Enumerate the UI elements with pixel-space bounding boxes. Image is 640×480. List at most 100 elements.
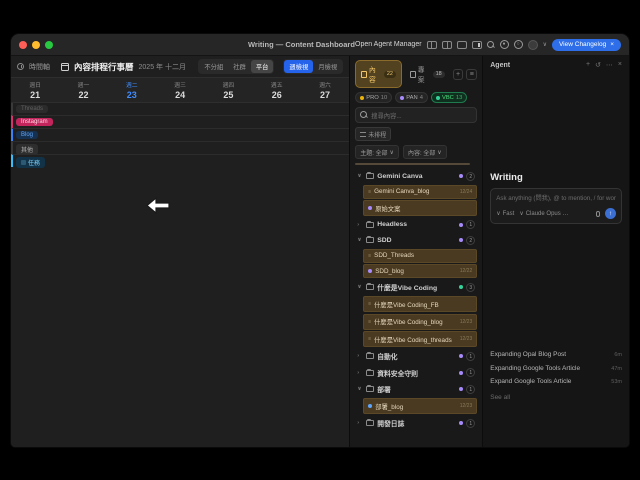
- zoom-window-button[interactable]: [45, 41, 53, 49]
- series-dot: [360, 96, 364, 100]
- unscheduled-filter-chip[interactable]: 未排程: [355, 127, 391, 141]
- grouping-option[interactable]: 平台: [251, 60, 274, 73]
- tree-item-row[interactable]: ≡什麼是Vibe Coding_threads12/23: [363, 331, 477, 347]
- series-dot: [400, 96, 404, 100]
- view-option[interactable]: 月檢視: [313, 60, 342, 73]
- day-name: 週二: [126, 80, 138, 89]
- grouping-option[interactable]: 不分組: [199, 60, 228, 73]
- see-all-link[interactable]: See all: [490, 394, 622, 401]
- day-header-cell[interactable]: 週五26: [253, 78, 301, 102]
- agent-input[interactable]: Ask anything (問我), @ to mention, / for w…: [490, 188, 622, 224]
- folder-icon: [366, 386, 374, 392]
- tree-folder-row[interactable]: ›自動化1: [355, 349, 477, 364]
- horizontal-scrollbar[interactable]: [355, 163, 470, 165]
- settings-icon[interactable]: ○: [514, 40, 523, 49]
- close-panel-icon[interactable]: ×: [618, 61, 622, 69]
- search-icon: [360, 111, 368, 119]
- tree-item-row[interactable]: 部署_blog12/23: [363, 398, 477, 414]
- filter-label: PAN: [406, 95, 418, 101]
- list-view-button[interactable]: ≡: [466, 69, 477, 80]
- model-dropdown[interactable]: ∨ Claude Opus …: [519, 210, 568, 217]
- chevron-down-icon: ∨: [390, 149, 394, 156]
- recent-task-label: Expand Google Tools Article: [490, 378, 607, 385]
- series-filter-vbc[interactable]: VBC13: [431, 92, 467, 103]
- layout-columns-icon[interactable]: [427, 41, 437, 49]
- tree-folder-row[interactable]: ›Headless1: [355, 218, 477, 232]
- recent-task-item[interactable]: Expanding Google Tools Article47m: [490, 365, 622, 372]
- recent-task-item[interactable]: Expanding Opal Blog Post6m: [490, 351, 622, 358]
- tree-item-row[interactable]: ≡什麼是Vibe Coding_FB: [363, 296, 477, 312]
- layout-sidebar-icon[interactable]: [442, 41, 452, 49]
- chevron-right-icon[interactable]: ›: [357, 222, 363, 228]
- tree-item-row[interactable]: ≡Gemini Canva_blog12/24: [363, 185, 477, 199]
- view-changelog-button[interactable]: View Changelog ×: [552, 39, 621, 51]
- group-label[interactable]: Instagram: [16, 118, 53, 126]
- group-label[interactable]: Threads: [16, 105, 48, 113]
- item-date: 12/23: [460, 403, 473, 409]
- filter-dropdown[interactable]: 主題: 全部∨: [355, 145, 399, 159]
- chevron-right-icon[interactable]: ›: [357, 420, 363, 426]
- search-input[interactable]: 搜尋內容...: [355, 107, 477, 123]
- record-icon[interactable]: ●: [500, 40, 509, 49]
- chevron-right-icon[interactable]: ›: [357, 353, 363, 359]
- recent-task-item[interactable]: Expand Google Tools Article53m: [490, 378, 622, 385]
- close-window-button[interactable]: [19, 41, 27, 49]
- mode-dropdown[interactable]: ∨ Fast: [496, 210, 514, 217]
- tree-item-row[interactable]: ≡SDD_Threads: [363, 249, 477, 263]
- series-filter-pan[interactable]: PAN4: [395, 92, 428, 103]
- day-header-cell[interactable]: 週四25: [204, 78, 252, 102]
- tree-item-row[interactable]: ≡什麼是Vibe Coding_blog12/23: [363, 314, 477, 330]
- day-header-cell[interactable]: 週三24: [156, 78, 204, 102]
- chevron-down-icon[interactable]: ∨: [357, 284, 363, 290]
- chevron-down-icon[interactable]: ∨: [357, 173, 363, 179]
- send-button[interactable]: ↑: [605, 208, 616, 219]
- view-option[interactable]: 週檢視: [284, 60, 313, 73]
- search-icon[interactable]: [487, 41, 495, 49]
- tree-folder-row[interactable]: ∨SDD2: [355, 233, 477, 247]
- item-name: 部署_blog: [375, 402, 457, 411]
- dropdown-label: 內容: 全部: [408, 148, 435, 157]
- tree-folder-row[interactable]: ›開發日誌1: [355, 416, 477, 431]
- grouping-option[interactable]: 社群: [228, 60, 251, 73]
- tree-folder-row[interactable]: ∨Gemini Canva2: [355, 169, 477, 183]
- tab-projects[interactable]: 專案18: [405, 61, 450, 87]
- day-header-cell[interactable]: 週日21: [11, 78, 59, 102]
- open-agent-manager-button[interactable]: Open Agent Manager: [355, 41, 422, 48]
- timeline-button[interactable]: 時間軸: [29, 62, 50, 72]
- filter-dropdown[interactable]: 內容: 全部∨: [403, 145, 447, 159]
- chevron-down-icon[interactable]: ∨: [357, 237, 363, 243]
- recent-task-label: Expanding Opal Blog Post: [490, 351, 610, 358]
- group-label[interactable]: 任務: [16, 157, 45, 168]
- chevron-right-icon[interactable]: ›: [357, 370, 363, 376]
- add-content-button[interactable]: +: [453, 69, 464, 80]
- folder-name: Gemini Canva: [377, 173, 456, 180]
- day-header-cell[interactable]: 週二23: [108, 78, 156, 102]
- close-icon[interactable]: ×: [610, 41, 614, 48]
- series-filter-pro[interactable]: PRO10: [355, 92, 392, 103]
- more-options-icon[interactable]: ⋯: [606, 61, 613, 69]
- folder-name: Headless: [377, 221, 456, 228]
- tree-item-row[interactable]: 原始文案: [363, 200, 477, 216]
- filter-count: 4: [420, 95, 423, 101]
- avatar[interactable]: [528, 40, 538, 50]
- day-header-cell[interactable]: 週六27: [301, 78, 349, 102]
- folder-series-dot: [459, 238, 463, 242]
- minimize-window-button[interactable]: [32, 41, 40, 49]
- mic-icon[interactable]: [596, 211, 600, 217]
- history-icon[interactable]: ↺: [595, 61, 601, 69]
- folder-count-badge: 1: [466, 368, 475, 377]
- tab-content[interactable]: 內容22: [355, 60, 402, 88]
- day-header-cell[interactable]: 週一22: [59, 78, 107, 102]
- new-chat-icon[interactable]: +: [586, 61, 590, 69]
- view-segmented-control: 週檢視月檢視: [283, 59, 343, 74]
- chevron-down-icon[interactable]: ∨: [357, 386, 363, 392]
- tree-folder-row[interactable]: ›資料安全守則1: [355, 365, 477, 380]
- tree-item-row[interactable]: SDD_blog12/22: [363, 264, 477, 278]
- group-label[interactable]: Blog: [16, 131, 38, 139]
- window-title: Writing — Content Dashboard: [248, 40, 355, 49]
- chevron-down-icon[interactable]: ∨: [543, 41, 547, 48]
- tree-folder-row[interactable]: ∨部署1: [355, 382, 477, 397]
- layout-panel-icon[interactable]: [457, 41, 467, 49]
- tree-folder-row[interactable]: ∨什麼是Vibe Coding3: [355, 280, 477, 295]
- layout-right-sidebar-icon[interactable]: [472, 41, 482, 49]
